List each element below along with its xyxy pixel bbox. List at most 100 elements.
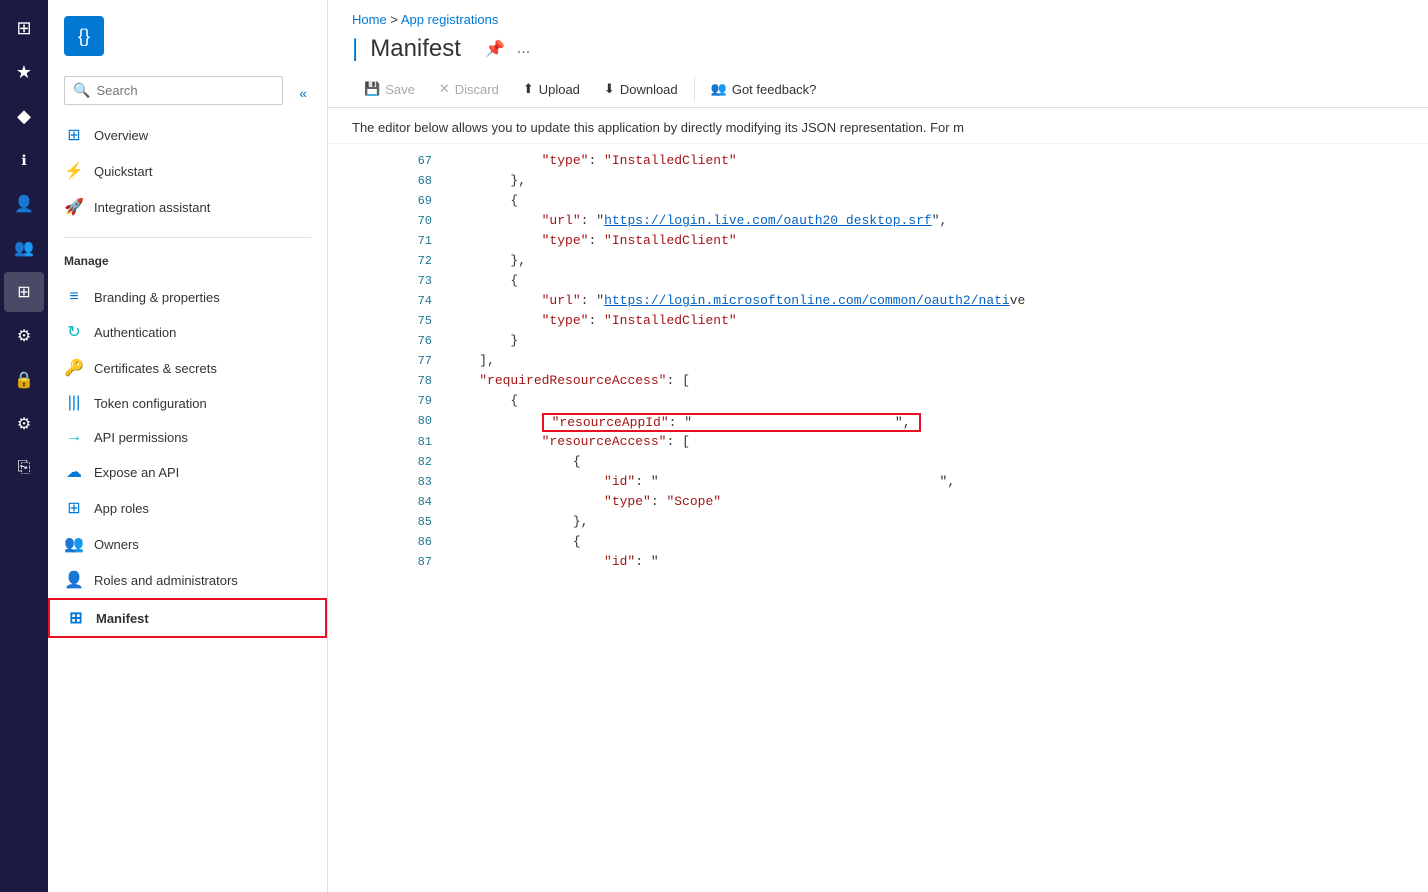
- code-line-69: 69 {: [388, 192, 1428, 212]
- collapse-button[interactable]: «: [295, 81, 311, 105]
- url-link-74[interactable]: https://login.microsoftonline.com/common…: [604, 293, 1010, 308]
- integration-label: Integration assistant: [94, 200, 210, 215]
- breadcrumb-separator: >: [390, 12, 401, 27]
- url-link-70[interactable]: https://login.live.com/oauth20_desktop.s…: [604, 213, 932, 228]
- line-content-71: "type": "InstalledClient": [448, 233, 1428, 248]
- expose-api-label: Expose an API: [94, 465, 179, 480]
- code-line-74: 74 "url": "https://login.microsoftonline…: [388, 292, 1428, 312]
- breadcrumb-app-registrations[interactable]: App registrations: [401, 12, 499, 27]
- upload-button[interactable]: ⬆ Upload: [511, 75, 592, 103]
- line-content-76: }: [448, 333, 1428, 348]
- line-content-87: "id": ": [448, 554, 1428, 569]
- home-icon[interactable]: ⊞: [4, 8, 44, 48]
- info-icon[interactable]: ℹ: [4, 140, 44, 180]
- code-line-73: 73 {: [388, 272, 1428, 292]
- copy-icon[interactable]: ⎘: [4, 448, 44, 488]
- discard-button[interactable]: ✕ Discard: [427, 75, 511, 103]
- sidebar-item-owners[interactable]: 👥 Owners: [48, 526, 327, 562]
- token-icon: |||: [64, 394, 84, 412]
- discard-label: Discard: [455, 82, 499, 97]
- sidebar-item-overview[interactable]: ⊞ Overview: [48, 117, 327, 153]
- grid-icon[interactable]: ⊞: [4, 272, 44, 312]
- line-num-81: 81: [388, 434, 448, 449]
- line-content-82: {: [448, 454, 1428, 469]
- code-content: 67 "type": "InstalledClient" 68 }, 69 {: [388, 152, 1428, 884]
- favorites-icon[interactable]: ★: [4, 52, 44, 92]
- pin-icon[interactable]: 📌: [481, 35, 509, 63]
- sidebar: {} 🔍 « ⊞ Overview ⚡ Quickstart 🚀 Integra…: [48, 0, 328, 892]
- search-icon: 🔍: [73, 82, 90, 99]
- search-box[interactable]: 🔍: [64, 76, 283, 105]
- diamond-icon[interactable]: ◆: [4, 96, 44, 136]
- download-label: Download: [620, 82, 678, 97]
- settings-icon[interactable]: ⚙: [4, 404, 44, 444]
- line-content-68: },: [448, 173, 1428, 188]
- sidebar-item-api-permissions[interactable]: → API permissions: [48, 420, 327, 454]
- api-perms-label: API permissions: [94, 430, 188, 445]
- upload-label: Upload: [539, 82, 580, 97]
- save-button[interactable]: 💾 Save: [352, 75, 427, 103]
- code-editor[interactable]: 67 "type": "InstalledClient" 68 }, 69 {: [328, 144, 1428, 892]
- branding-icon: ≡: [64, 288, 84, 306]
- code-line-77: 77 ],: [388, 352, 1428, 372]
- line-num-68: 68: [388, 173, 448, 188]
- sidebar-item-integration[interactable]: 🚀 Integration assistant: [48, 189, 327, 225]
- editor-description: The editor below allows you to update th…: [328, 108, 1428, 144]
- breadcrumb-home[interactable]: Home: [352, 12, 387, 27]
- line-num-71: 71: [388, 233, 448, 248]
- code-line-67: 67 "type": "InstalledClient": [388, 152, 1428, 172]
- manifest-icon: ⊞: [66, 608, 86, 628]
- sidebar-header: {}: [48, 0, 327, 76]
- sidebar-item-quickstart[interactable]: ⚡ Quickstart: [48, 153, 327, 189]
- sidebar-item-manifest[interactable]: ⊞ Manifest: [48, 598, 327, 638]
- line-content-67: "type": "InstalledClient": [448, 153, 1428, 168]
- line-num-85: 85: [388, 514, 448, 529]
- code-line-80: 80 "resourceAppId": " ",: [388, 412, 1428, 433]
- feedback-icon: 👥: [711, 81, 727, 97]
- sidebar-item-app-roles[interactable]: ⊞ App roles: [48, 490, 327, 526]
- sidebar-item-token[interactable]: ||| Token configuration: [48, 386, 327, 420]
- line-content-73: {: [448, 273, 1428, 288]
- line-content-85: },: [448, 514, 1428, 529]
- sidebar-item-authentication[interactable]: ↻ Authentication: [48, 314, 327, 350]
- auth-label: Authentication: [94, 325, 176, 340]
- manage-section-title: Manage: [48, 242, 327, 272]
- line-content-70: "url": "https://login.live.com/oauth20_d…: [448, 213, 1428, 228]
- line-num-78: 78: [388, 373, 448, 388]
- lock-icon[interactable]: 🔒: [4, 360, 44, 400]
- token-label: Token configuration: [94, 396, 207, 411]
- page-title: Manifest: [352, 35, 461, 63]
- sidebar-item-branding[interactable]: ≡ Branding & properties: [48, 280, 327, 314]
- line-numbers: [328, 152, 388, 884]
- feedback-label: Got feedback?: [732, 82, 817, 97]
- search-input[interactable]: [96, 83, 274, 98]
- api-perms-icon: →: [64, 428, 84, 446]
- users-icon[interactable]: 👥: [4, 228, 44, 268]
- code-line-82: 82 {: [388, 453, 1428, 473]
- line-content-78: "requiredResourceAccess": [: [448, 373, 1428, 388]
- line-num-67: 67: [388, 153, 448, 168]
- line-num-80: 80: [388, 413, 448, 428]
- line-content-77: ],: [448, 353, 1428, 368]
- download-button[interactable]: ⬇ Download: [592, 75, 690, 103]
- sidebar-item-certs[interactable]: 🔑 Certificates & secrets: [48, 350, 327, 386]
- more-options-icon[interactable]: ...: [513, 36, 534, 62]
- line-content-84: "type": "Scope": [448, 494, 1428, 509]
- code-line-75: 75 "type": "InstalledClient": [388, 312, 1428, 332]
- line-num-82: 82: [388, 454, 448, 469]
- quickstart-label: Quickstart: [94, 164, 153, 179]
- user-icon[interactable]: 👤: [4, 184, 44, 224]
- expose-api-icon: ☁: [64, 462, 84, 482]
- line-num-86: 86: [388, 534, 448, 549]
- code-line-78: 78 "requiredResourceAccess": [: [388, 372, 1428, 392]
- nav-section-main: ⊞ Overview ⚡ Quickstart 🚀 Integration as…: [48, 109, 327, 233]
- code-line-87: 87 "id": ": [388, 553, 1428, 573]
- sidebar-item-expose-api[interactable]: ☁ Expose an API: [48, 454, 327, 490]
- feedback-button[interactable]: 👥 Got feedback?: [699, 75, 829, 103]
- sidebar-item-roles-admin[interactable]: 👤 Roles and administrators: [48, 562, 327, 598]
- code-line-71: 71 "type": "InstalledClient": [388, 232, 1428, 252]
- manage-icon[interactable]: ⚙: [4, 316, 44, 356]
- code-line-84: 84 "type": "Scope": [388, 493, 1428, 513]
- auth-icon: ↻: [64, 322, 84, 342]
- branding-label: Branding & properties: [94, 290, 220, 305]
